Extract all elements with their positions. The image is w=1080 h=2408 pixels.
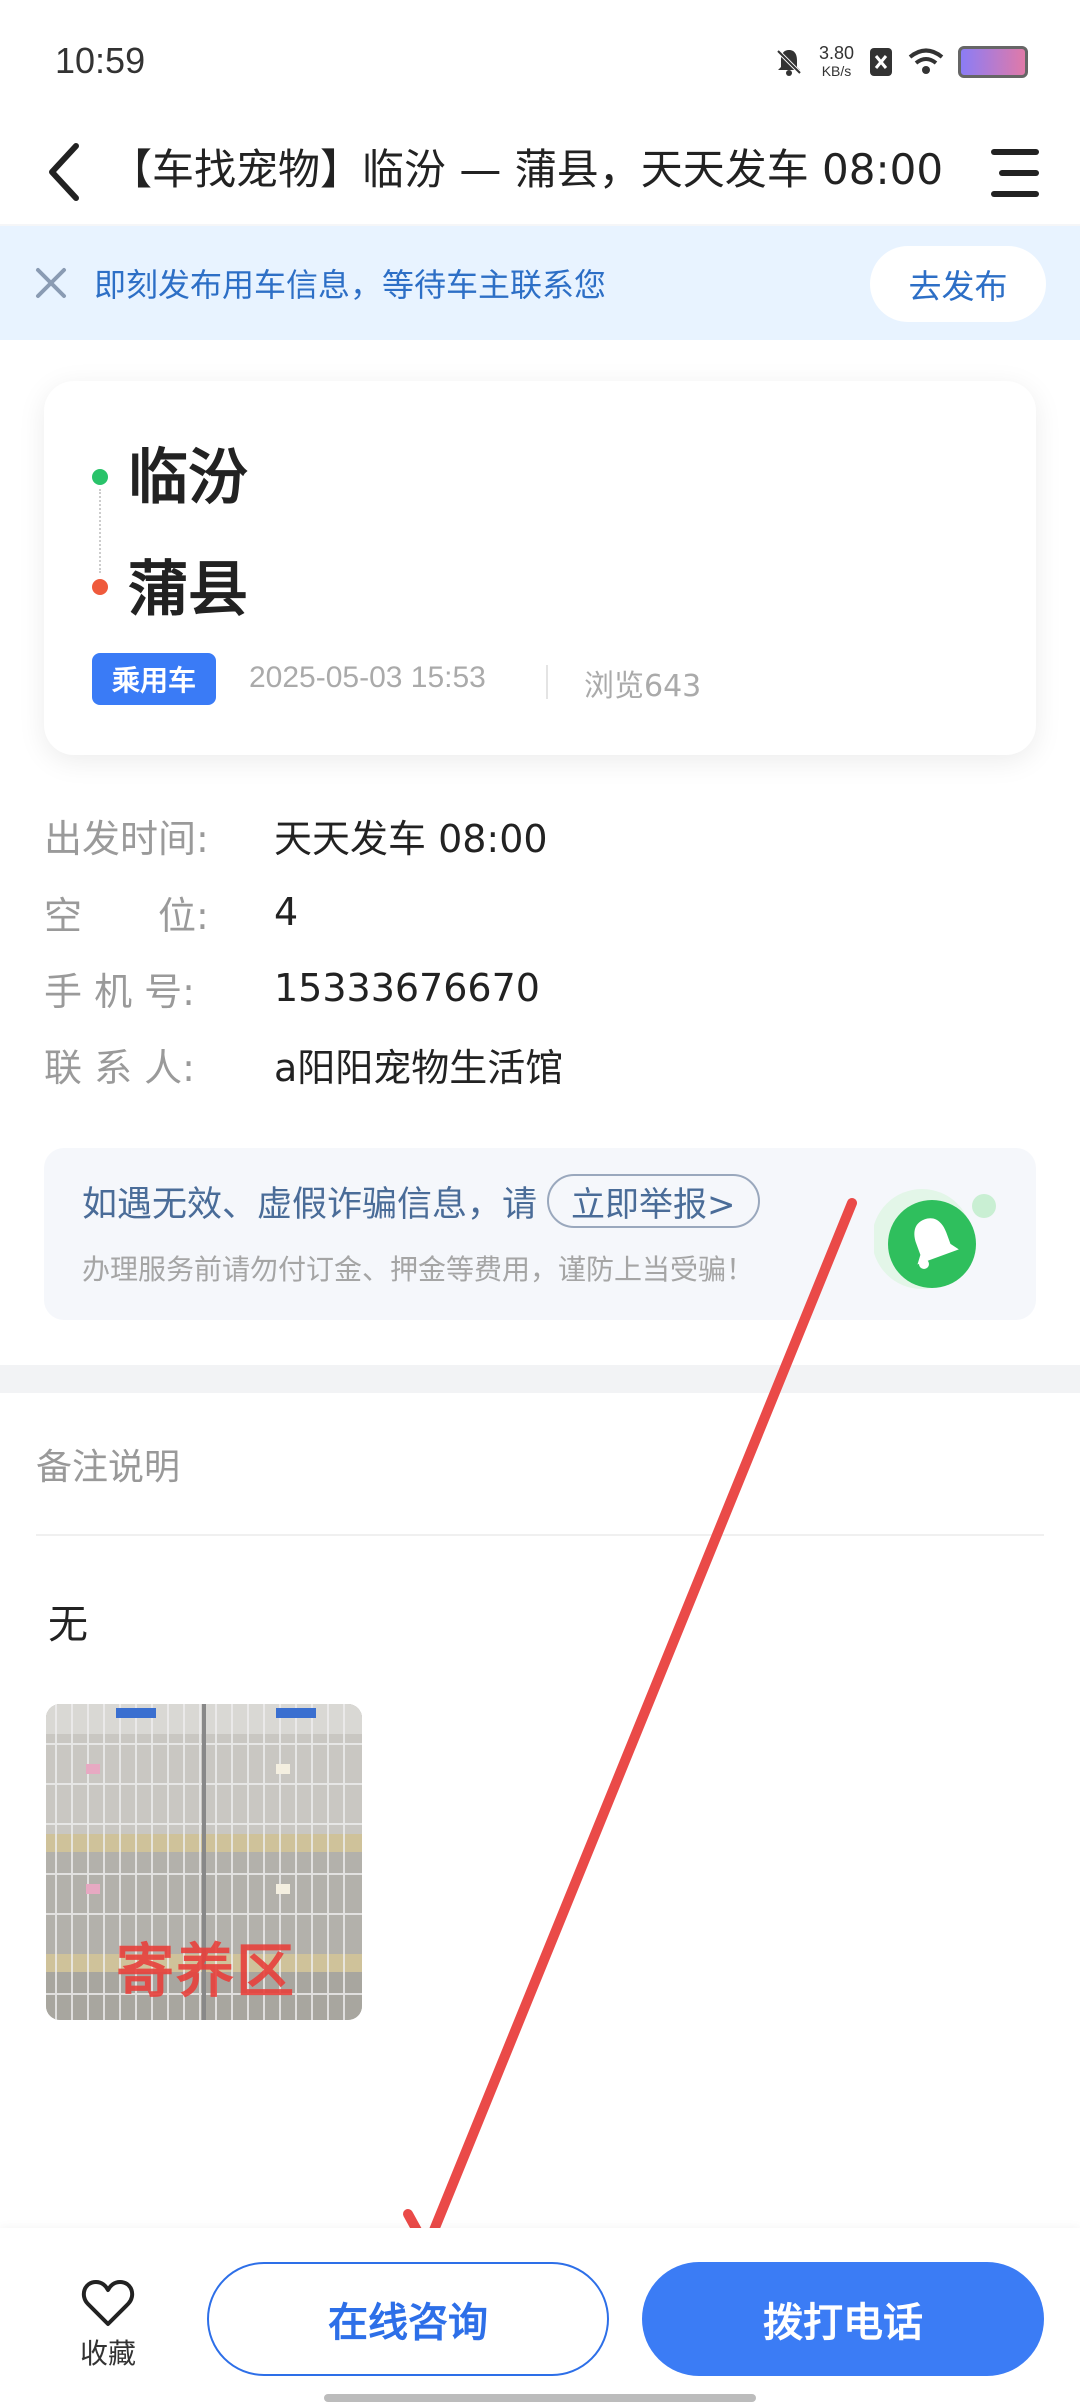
origin-city: 临汾 bbox=[128, 443, 248, 513]
status-bar: 10:59 3.80 KB/s bbox=[0, 0, 1080, 120]
mute-bell-icon bbox=[776, 49, 802, 76]
net-speed: 3.80 KB/s bbox=[818, 43, 854, 79]
bottom-action-bar: 收藏 在线咨询 拨打电话 bbox=[0, 2228, 1080, 2408]
heart-icon bbox=[81, 2280, 135, 2326]
favorite-label: 收藏 bbox=[79, 2337, 136, 2370]
publish-button[interactable]: 去发布 bbox=[870, 246, 1046, 322]
detail-label: 联 系 人: bbox=[44, 1045, 195, 1090]
publish-banner: 即刻发布用车信息，等待车主联系您 去发布 bbox=[0, 226, 1080, 340]
back-arrow-icon[interactable] bbox=[36, 136, 96, 208]
no-sim-icon bbox=[870, 48, 892, 76]
remarks-title: 备注说明 bbox=[36, 1447, 181, 1488]
close-icon[interactable] bbox=[28, 260, 74, 306]
route-card: 临汾 蒲县 乘用车 2025-05-03 15:53 浏览643 bbox=[44, 381, 1036, 755]
detail-label: 空 位: bbox=[44, 893, 209, 938]
remark-photo[interactable]: 寄养区 bbox=[46, 1704, 362, 2020]
destination-dot-icon bbox=[92, 579, 108, 595]
fraud-warning-box: 如遇无效、虚假诈骗信息，请 立即举报> 办理服务前请勿付订金、押金等费用，谨防上… bbox=[44, 1148, 1036, 1320]
destination-city: 蒲县 bbox=[128, 555, 248, 625]
wifi-icon bbox=[908, 48, 944, 74]
detail-row-departure: 出发时间: 天天发车 08:00 bbox=[44, 805, 548, 865]
call-phone-button[interactable]: 拨打电话 bbox=[642, 2262, 1044, 2376]
nav-bar: 【车找宠物】临汾 — 蒲县，天天发车 08:00 bbox=[0, 120, 1080, 224]
photo-watermark-text: 寄养区 bbox=[116, 1937, 297, 2005]
status-time: 10:59 bbox=[55, 40, 146, 81]
detail-row-seats: 空 位: 4 bbox=[44, 882, 298, 942]
meta-divider bbox=[546, 665, 548, 699]
detail-label: 手 机 号: bbox=[44, 969, 195, 1014]
banner-text: 即刻发布用车信息，等待车主联系您 bbox=[94, 266, 607, 304]
vehicle-tag: 乘用车 bbox=[92, 653, 216, 705]
route-connector bbox=[99, 489, 101, 573]
view-count: 浏览643 bbox=[584, 669, 702, 704]
menu-icon[interactable] bbox=[980, 138, 1050, 208]
status-icons: 3.80 KB/s bbox=[773, 44, 1028, 80]
battery-icon bbox=[958, 46, 1028, 78]
report-button[interactable]: 立即举报> bbox=[547, 1174, 760, 1228]
detail-value[interactable]: 15333676670 bbox=[274, 966, 540, 1010]
detail-value: 天天发车 08:00 bbox=[274, 816, 548, 861]
origin-dot-icon bbox=[92, 469, 108, 485]
detail-row-phone: 手 机 号: 15333676670 bbox=[44, 958, 540, 1018]
favorite-button[interactable]: 收藏 bbox=[58, 2278, 158, 2378]
detail-value: 4 bbox=[274, 890, 299, 934]
warning-line-2: 办理服务前请勿付订金、押金等费用，谨防上当受骗！ bbox=[82, 1253, 755, 1286]
remarks-divider bbox=[36, 1534, 1044, 1536]
detail-value: a阳阳宠物生活馆 bbox=[274, 1045, 564, 1090]
detail-row-contact: 联 系 人: a阳阳宠物生活馆 bbox=[44, 1034, 563, 1094]
warning-line-1: 如遇无效、虚假诈骗信息，请 立即举报> bbox=[82, 1174, 760, 1228]
section-divider bbox=[0, 1365, 1080, 1393]
alarm-bell-icon bbox=[874, 1189, 996, 1289]
page-title: 【车找宠物】临汾 — 蒲县，天天发车 08:00 bbox=[110, 145, 944, 194]
home-indicator[interactable] bbox=[324, 2394, 756, 2402]
online-consult-button[interactable]: 在线咨询 bbox=[207, 2262, 609, 2376]
detail-label: 出发时间: bbox=[44, 816, 209, 861]
remarks-text: 无 bbox=[48, 1602, 88, 1648]
posted-date: 2025-05-03 15:53 bbox=[249, 661, 486, 694]
